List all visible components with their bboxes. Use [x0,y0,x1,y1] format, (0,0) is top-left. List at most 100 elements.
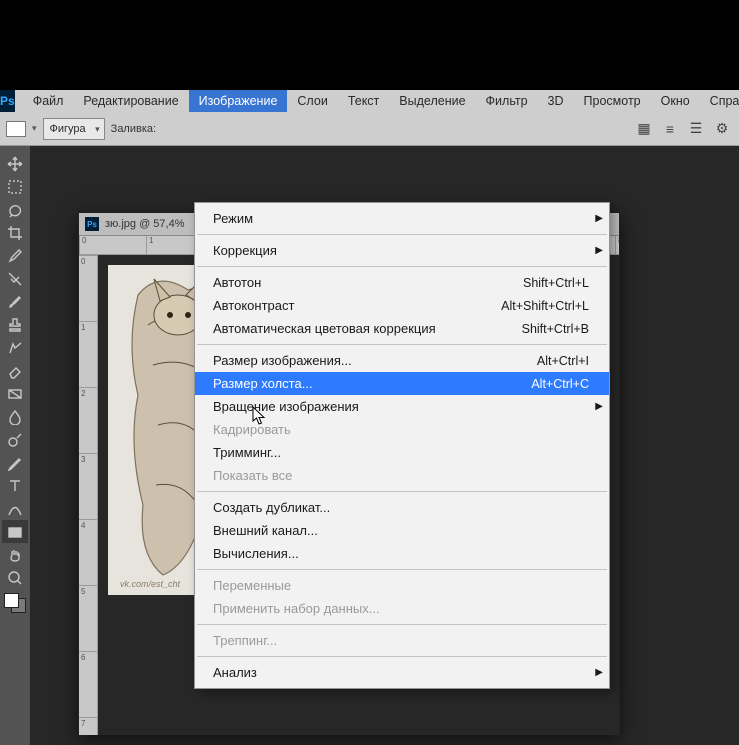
menu-item-label: Автоматическая цветовая коррекция [213,321,436,336]
tool-lasso[interactable] [2,198,28,221]
options-bar: ▾ Фигура Заливка: ▦ ≡ ☰ ⚙ [0,112,739,146]
fill-label: Заливка: [111,123,156,135]
submenu-arrow-icon: ▶ [595,667,603,678]
menu-shortcut: Alt+Shift+Ctrl+L [501,299,589,313]
menu-item-label: Режим [213,211,253,226]
tool-rect[interactable] [2,520,28,543]
shape-preview[interactable] [6,121,26,137]
menu-item[interactable]: Режим ▶ [195,207,609,230]
menu-item[interactable]: Размер холста... Alt+Ctrl+C [195,372,609,395]
menu-item[interactable]: Вращение изображения▶ [195,395,609,418]
menu-окно[interactable]: Окно [651,90,700,112]
tool-zoom[interactable] [2,566,28,589]
menu-separator [197,266,607,267]
tools-panel [0,146,30,745]
vertical-ruler: 012345678 [79,255,98,735]
tool-pen[interactable] [2,451,28,474]
menu-item-label: Кадрировать [213,422,291,437]
submenu-arrow-icon: ▶ [595,401,603,412]
menu-просмотр[interactable]: Просмотр [574,90,651,112]
menu-слои[interactable]: Слои [287,90,337,112]
menu-3d[interactable]: 3D [538,90,574,112]
tool-hand[interactable] [2,543,28,566]
menu-редактирование[interactable]: Редактирование [73,90,188,112]
tool-heal[interactable] [2,267,28,290]
tool-history[interactable] [2,336,28,359]
menu-файл[interactable]: Файл [23,90,74,112]
svg-text:vk.com/est_cht: vk.com/est_cht [120,579,181,589]
menu-item-label: Автоконтраст [213,298,294,313]
shape-mode-dropdown[interactable]: Фигура [43,118,105,140]
tool-dodge[interactable] [2,428,28,451]
menu-separator [197,656,607,657]
menu-item-label: Создать дубликат... [213,500,330,515]
menu-выделение[interactable]: Выделение [389,90,475,112]
menu-item-label: Коррекция [213,243,277,258]
menu-item-label: Треппинг... [213,633,277,648]
menu-item: Показать все [195,464,609,487]
tool-type[interactable] [2,474,28,497]
gear-icon[interactable]: ⚙ [713,120,731,138]
menu-item-label: Размер изображения... [213,353,352,368]
menu-shortcut: Alt+Ctrl+I [537,354,589,368]
menu-item[interactable]: Автоконтраст Alt+Shift+Ctrl+L [195,294,609,317]
menu-текст[interactable]: Текст [338,90,389,112]
submenu-arrow-icon: ▶ [595,245,603,256]
image-menu-dropdown: Режим ▶ Коррекция ▶ Автотон Shift+Ctrl+L Авток… [194,202,610,689]
menu-item-label: Тримминг... [213,445,281,460]
menu-list: ФайлРедактированиеИзображениеСлоиТекстВы… [23,90,739,112]
menu-item[interactable]: Автоматическая цветовая коррекцияShift+C… [195,317,609,340]
app-logo: Ps [0,90,15,112]
layers-icon[interactable]: ☰ [687,120,705,138]
menu-item-label: Переменные [213,578,291,593]
menu-separator [197,234,607,235]
tool-brush[interactable] [2,290,28,313]
menu-изображение[interactable]: Изображение [189,90,288,112]
align-icon[interactable]: ▦ [635,120,653,138]
menu-item[interactable]: Коррекция ▶ [195,239,609,262]
menu-item: Треппинг... [195,629,609,652]
caret-icon: ▾ [32,123,37,134]
menu-shortcut: Alt+Ctrl+C [531,377,589,391]
menu-item[interactable]: Размер изображения... Alt+Ctrl+I [195,349,609,372]
menu-shortcut: Shift+Ctrl+L [523,276,589,290]
menu-справка[interactable]: Справка [700,90,739,112]
tool-eyedropper[interactable] [2,244,28,267]
tool-gradient[interactable] [2,382,28,405]
color-swatches[interactable] [4,593,26,613]
tool-crop[interactable] [2,221,28,244]
menu-separator [197,344,607,345]
menu-item[interactable]: Вычисления... [195,542,609,565]
submenu-arrow-icon: ▶ [595,213,603,224]
tool-eraser[interactable] [2,359,28,382]
menu-item[interactable]: Тримминг... [195,441,609,464]
menu-item-label: Вычисления... [213,546,299,561]
menu-separator [197,624,607,625]
doc-logo-icon: Ps [85,217,99,231]
menu-item: Кадрировать [195,418,609,441]
menu-фильтр[interactable]: Фильтр [476,90,538,112]
tool-path[interactable] [2,497,28,520]
menubar: Ps ФайлРедактированиеИзображениеСлоиТекс… [0,90,739,113]
menu-item-label: Применить набор данных... [213,601,380,616]
menu-separator [197,569,607,570]
menu-item-label: Размер холста... [213,376,313,391]
menu-separator [197,491,607,492]
menu-item-label: Внешний канал... [213,523,318,538]
tool-stamp[interactable] [2,313,28,336]
tool-move[interactable] [2,152,28,175]
menu-item: Применить набор данных... [195,597,609,620]
document-title: зю.jpg @ 57,4% [105,218,185,230]
options-right: ▦ ≡ ☰ ⚙ [635,120,739,138]
menu-item-label: Анализ [213,665,257,680]
menu-item-label: Автотон [213,275,261,290]
tool-marquee[interactable] [2,175,28,198]
tool-blur[interactable] [2,405,28,428]
arrange-icon[interactable]: ≡ [661,120,679,138]
menu-item-label: Показать все [213,468,292,483]
menu-item[interactable]: Создать дубликат... [195,496,609,519]
menu-item[interactable]: Автотон Shift+Ctrl+L [195,271,609,294]
menu-item[interactable]: Внешний канал... [195,519,609,542]
menu-item: Переменные [195,574,609,597]
menu-item[interactable]: Анализ ▶ [195,661,609,684]
